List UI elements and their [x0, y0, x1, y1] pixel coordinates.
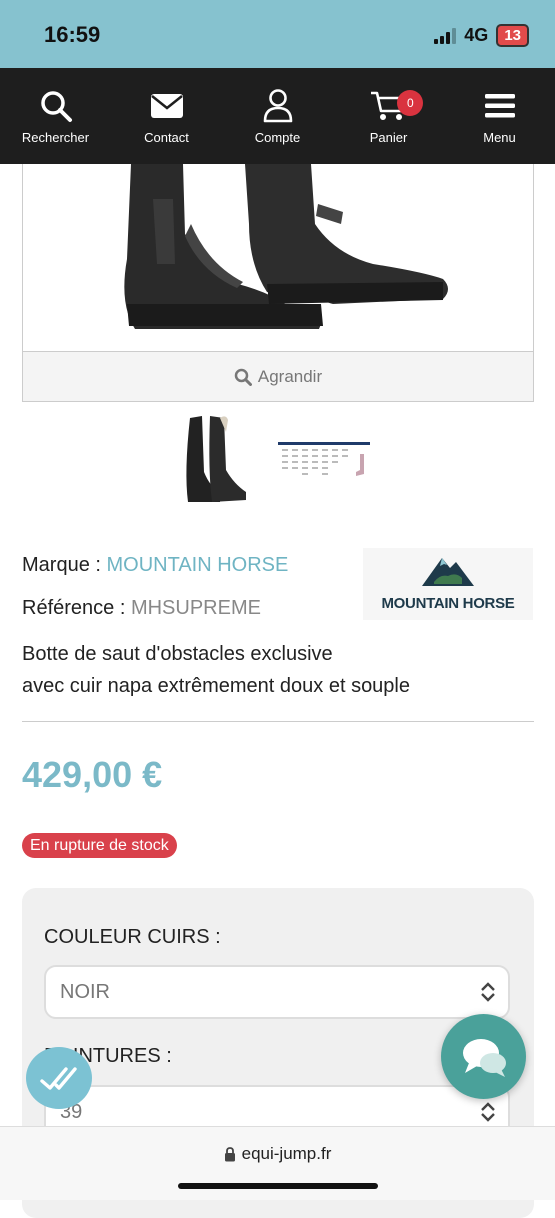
- chevron-updown-icon: [481, 1102, 495, 1122]
- description-line-2: avec cuir napa extrêmement doux et soupl…: [22, 675, 410, 697]
- thumbnail-size-chart[interactable]: [276, 440, 372, 482]
- reference-label: Référence :: [22, 597, 126, 619]
- magnifier-icon: [234, 368, 252, 386]
- nav-contact[interactable]: Contact: [111, 68, 222, 164]
- nav-label-contact: Contact: [144, 129, 189, 145]
- network-type: 4G: [464, 25, 489, 45]
- hamburger-icon: [484, 88, 515, 124]
- lock-icon: [224, 1146, 235, 1161]
- top-navbar: Rechercher Contact Compte Panier 0 Menu: [0, 68, 555, 164]
- brand-line: Marque : MOUNTAIN HORSE: [22, 554, 288, 577]
- brand-logo[interactable]: MOUNTAIN HORSE: [363, 548, 533, 620]
- nav-menu[interactable]: Menu: [444, 68, 555, 164]
- nav-label-cart: Panier: [369, 129, 408, 145]
- nav-label-search: Rechercher: [21, 129, 90, 145]
- nav-label-menu: Menu: [483, 129, 516, 145]
- cart-count-badge: 0: [397, 90, 424, 116]
- status-bar: 16:59 4G 13: [0, 0, 555, 68]
- mountain-logo-icon: [422, 558, 474, 586]
- status-time: 16:59: [44, 22, 101, 47]
- brand-logo-text: MOUNTAIN HORSE: [381, 595, 515, 612]
- color-select[interactable]: NOIR: [44, 965, 510, 1019]
- nav-cart[interactable]: Panier 0: [333, 68, 444, 164]
- search-icon: [39, 88, 73, 124]
- reference-line: Référence : MHSUPREME: [22, 597, 261, 620]
- url-text: equi-jump.fr: [241, 1144, 332, 1163]
- signal-icon: [434, 27, 457, 44]
- chat-button[interactable]: [441, 1014, 526, 1099]
- url-display[interactable]: equi-jump.fr: [0, 1144, 555, 1164]
- brand-link[interactable]: MOUNTAIN HORSE: [107, 554, 289, 576]
- color-select-value: NOIR: [60, 980, 110, 1003]
- thumbnail-strip: [0, 410, 555, 510]
- zoom-label: Agrandir: [257, 366, 323, 386]
- product-description: Botte de saut d'obstacles exclusive avec…: [22, 638, 502, 702]
- home-indicator[interactable]: [178, 1183, 378, 1189]
- user-icon: [263, 88, 293, 124]
- product-image-boots: [124, 164, 448, 329]
- nav-label-account: Compte: [254, 129, 301, 145]
- double-check-icon: [40, 1067, 77, 1090]
- chevron-updown-icon: [481, 982, 495, 1002]
- product-price: 429,00 €: [22, 754, 163, 795]
- browser-url-bar[interactable]: equi-jump.fr: [0, 1126, 555, 1200]
- product-image-frame[interactable]: Agrandir: [22, 164, 534, 402]
- thumbnail-boots[interactable]: [180, 412, 250, 508]
- zoom-button[interactable]: Agrandir: [23, 351, 533, 401]
- chat-bubbles-icon: [462, 1038, 506, 1077]
- envelope-icon: [150, 88, 184, 124]
- divider: [22, 721, 534, 722]
- description-line-1: Botte de saut d'obstacles exclusive: [22, 643, 333, 665]
- nav-account[interactable]: Compte: [222, 68, 333, 164]
- battery-icon: 13: [496, 24, 529, 47]
- nav-search[interactable]: Rechercher: [0, 68, 111, 164]
- stock-status-badge: En rupture de stock: [22, 833, 177, 858]
- trust-badge-button[interactable]: [26, 1047, 92, 1109]
- color-label: COULEUR CUIRS :: [44, 926, 221, 948]
- reference-value: MHSUPREME: [130, 597, 261, 619]
- brand-label: Marque :: [22, 554, 101, 576]
- status-indicators: 4G 13: [434, 24, 529, 47]
